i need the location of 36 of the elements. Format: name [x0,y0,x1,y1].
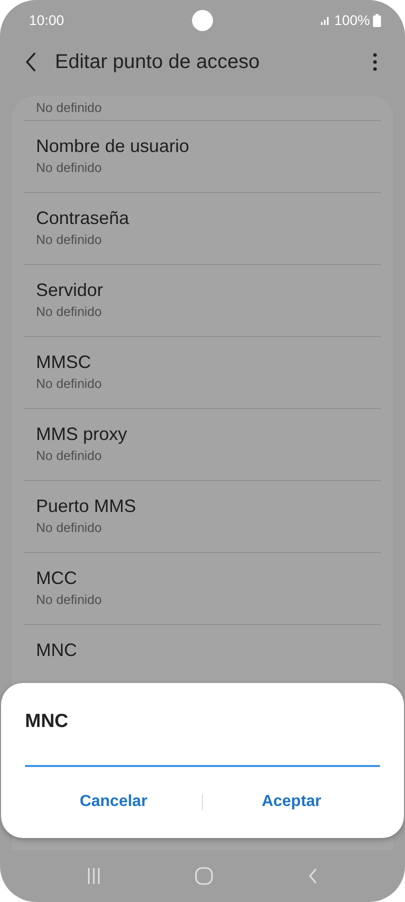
setting-title: MMS proxy [36,423,128,445]
battery-icon [373,14,381,26]
setting-item[interactable]: Servidor No definido [24,264,381,336]
screen-title: Editar punto de acceso [55,50,261,74]
back-icon[interactable] [25,52,37,72]
setting-title: Contraseña [36,207,130,229]
cancel-button[interactable]: Cancelar [25,787,202,817]
setting-value: No definido [36,519,103,537]
setting-value: No definido [36,447,103,465]
setting-title: Nombre de usuario [36,135,190,157]
setting-value: No definido [36,303,103,321]
status-time: 10:00 [29,12,64,28]
setting-item[interactable]: MMSC No definido [24,336,381,408]
more-options-icon[interactable] [373,53,377,71]
setting-item[interactable]: Nombre de usuario No definido [24,120,381,192]
accept-button[interactable]: Aceptar [203,787,380,817]
setting-item[interactable]: Puerto MMS No definido [24,480,381,552]
setting-item[interactable]: Contraseña No definido [24,192,381,264]
dialog-title: MNC [25,711,70,733]
recent-apps-icon[interactable] [87,868,102,884]
setting-title: MNC [36,639,78,661]
setting-value: No definido [36,591,103,609]
setting-title: Puerto MMS [36,495,138,517]
setting-item[interactable]: MCC No definido [24,552,381,624]
setting-item[interactable]: MMS proxy No definido [24,408,381,480]
setting-value: No definido [36,231,103,249]
setting-value: No definido [36,159,103,177]
battery-percent: 100% [334,12,370,28]
home-icon[interactable] [195,867,214,885]
camera-hole-icon [192,10,213,31]
setting-title: MCC [36,567,78,589]
setting-value: No definido [36,375,103,393]
setting-title: Servidor [36,279,104,301]
setting-value: No definido [36,99,103,117]
setting-title: MMSC [36,351,92,373]
signal-icon [321,15,332,25]
